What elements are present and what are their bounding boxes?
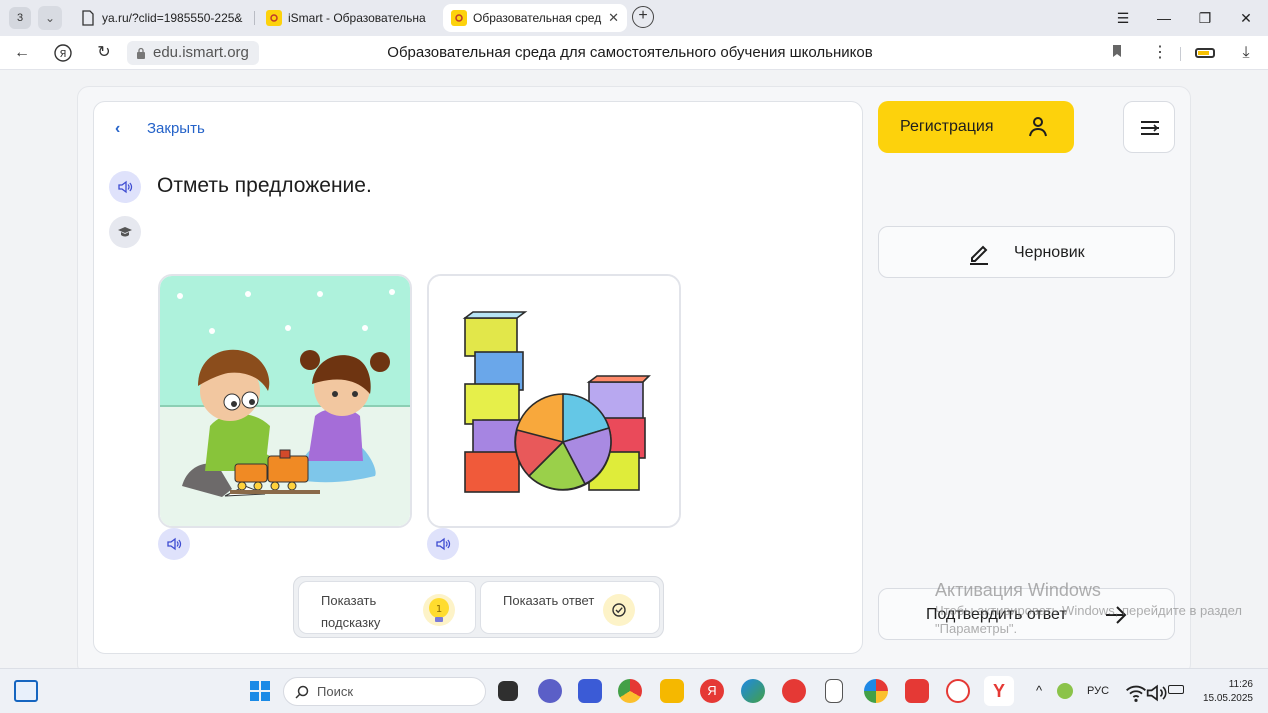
graduation-cap-icon [118, 227, 132, 237]
document-icon[interactable] [825, 679, 843, 703]
task-title: Отметь предложение. [157, 174, 372, 197]
tray-app-icon[interactable] [1057, 683, 1073, 699]
listen-option-2-button[interactable] [427, 528, 459, 560]
volume-icon[interactable] [1145, 681, 1169, 705]
menu-lines-icon [1141, 121, 1159, 135]
yandex-logo-icon[interactable]: Я [51, 41, 75, 65]
new-tab-button[interactable]: + [632, 6, 654, 28]
widgets-icon[interactable] [14, 680, 38, 702]
edge-icon[interactable] [741, 679, 765, 703]
confirm-answer-button[interactable]: Подтвердить ответ [878, 588, 1175, 640]
photos-icon[interactable] [864, 679, 888, 703]
cubes-and-ball-illustration [429, 276, 679, 526]
domain-text: edu.ismart.org [153, 44, 249, 61]
speaker-icon [436, 537, 451, 551]
listen-option-1-button[interactable] [158, 528, 190, 560]
show-answer-button[interactable]: Показать ответ [480, 581, 660, 634]
chevron-left-icon: ‹ [115, 120, 121, 137]
tab-title: Образовательная сред [473, 11, 602, 25]
theory-button[interactable] [109, 216, 141, 248]
windows-taskbar: Поиск Я Y ^ РУС 11:26 15.05.2025 [0, 668, 1268, 713]
windows-start-icon[interactable] [248, 679, 272, 703]
task-view-icon[interactable] [498, 681, 518, 701]
hint-buttons-group: Показать подсказку 1 Показать ответ [293, 576, 664, 638]
answer-option-cubes-ball[interactable] [427, 274, 681, 528]
url-domain[interactable]: edu.ismart.org [127, 41, 259, 65]
taskbar-search-box[interactable]: Поиск [283, 677, 486, 706]
children-playing-illustration [160, 276, 410, 526]
minimize-icon[interactable]: — [1152, 7, 1176, 29]
bookmark-icon[interactable] [1112, 44, 1122, 58]
save-app-icon[interactable] [578, 679, 602, 703]
chrome-icon[interactable] [618, 679, 642, 703]
speaker-icon [118, 180, 133, 194]
check-circle-icon [603, 594, 635, 626]
opera-icon[interactable] [782, 679, 806, 703]
clock-date: 15.05.2025 [1202, 693, 1253, 704]
tab-ya-ru[interactable]: ya.ru/?clid=1985550-225& [72, 4, 252, 32]
show-hint-button[interactable]: Показать подсказку 1 [298, 581, 476, 634]
battery-icon[interactable] [1168, 685, 1184, 694]
tab-count-badge[interactable]: 3 [9, 7, 31, 29]
tab-ismart[interactable]: iSmart - Образовательна [258, 4, 438, 32]
tab-title: ya.ru/?clid=1985550-225& [102, 11, 243, 25]
register-label: Регистрация [900, 118, 994, 135]
opera-gx-icon[interactable] [946, 679, 970, 703]
draft-button[interactable]: Черновик [878, 226, 1175, 278]
tab-active-education[interactable]: Образовательная сред ✕ [443, 4, 627, 32]
browser-menu-icon[interactable]: ☰ [1111, 7, 1135, 29]
pencil-icon [970, 245, 988, 265]
menu-button[interactable] [1123, 101, 1175, 153]
reload-icon[interactable]: ↻ [92, 41, 116, 65]
show-answer-label: Показать ответ [503, 593, 595, 608]
restore-icon[interactable]: ❐ [1193, 7, 1217, 29]
clock-time: 11:26 [1228, 679, 1253, 690]
hint-count: 1 [436, 604, 442, 615]
wps-office-icon[interactable] [905, 679, 929, 703]
draft-label: Черновик [1014, 244, 1085, 261]
yandex-app-icon[interactable]: Я [700, 679, 724, 703]
close-window-icon[interactable]: ✕ [1234, 7, 1258, 29]
language-indicator[interactable]: РУС [1087, 685, 1109, 697]
arrow-right-icon [1106, 606, 1127, 624]
page-icon [82, 10, 94, 26]
divider [1180, 47, 1181, 61]
search-icon [295, 685, 309, 699]
back-arrow-icon[interactable]: ← [10, 41, 34, 65]
browser-tab-strip: 3 ⌄ ya.ru/?clid=1985550-225& iSmart - Об… [0, 0, 1268, 36]
file-explorer-icon[interactable] [660, 679, 684, 703]
yandex-browser-icon[interactable]: Y [984, 676, 1014, 706]
register-button[interactable]: Регистрация [878, 101, 1074, 153]
show-hint-label: Показать подсказку [321, 593, 381, 630]
address-bar: ← Я ↻ edu.ismart.org Образовательная сре… [0, 36, 1268, 70]
page-title: Образовательная среда для самостоятельно… [387, 44, 873, 61]
lightbulb-icon: 1 [423, 594, 455, 626]
more-options-icon[interactable]: ⋮ [1150, 41, 1170, 65]
ismart-favicon-icon [266, 10, 282, 26]
system-clock[interactable]: 11:26 15.05.2025 [1193, 678, 1253, 706]
close-label: Закрыть [147, 120, 205, 137]
close-tab-icon[interactable]: ✕ [608, 4, 619, 32]
search-placeholder: Поиск [317, 684, 354, 699]
lock-icon [137, 47, 145, 59]
tray-overflow-icon[interactable]: ^ [1036, 683, 1042, 698]
svg-text:Я: Я [60, 49, 67, 60]
teams-chat-icon[interactable] [538, 679, 562, 703]
listen-task-button[interactable] [109, 171, 141, 203]
speaker-icon [167, 537, 182, 551]
download-icon[interactable]: ⤓ [1236, 41, 1256, 65]
tab-divider [254, 11, 255, 25]
close-task-link[interactable]: ‹ Закрыть [113, 118, 205, 140]
user-icon [1029, 117, 1047, 137]
tab-title: iSmart - Образовательна [288, 11, 426, 25]
battery-saver-icon[interactable] [1195, 48, 1215, 58]
confirm-label: Подтвердить ответ [926, 606, 1067, 623]
tab-list-chevron-icon[interactable]: ⌄ [38, 6, 62, 30]
answer-option-children-train[interactable] [158, 274, 412, 528]
ismart-favicon-icon [451, 10, 467, 26]
